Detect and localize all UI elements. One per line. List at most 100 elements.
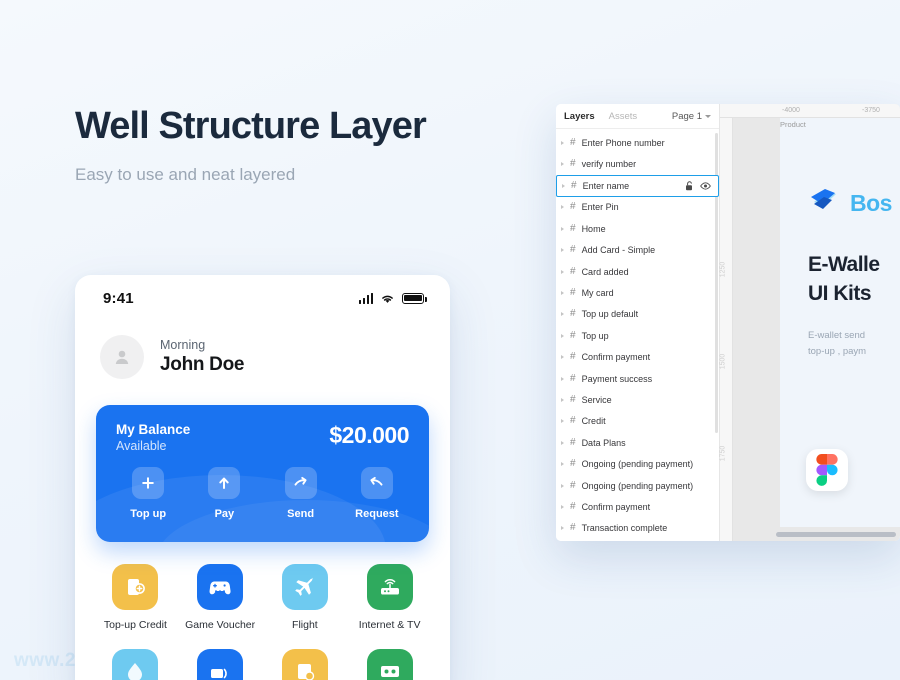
layer-row[interactable]: # Add Card - Simple [556,240,719,261]
balance-status: Available [116,439,167,453]
frame-icon: # [570,436,576,448]
action-pay[interactable]: Pay [193,467,255,520]
layer-name: Enter Pin [581,202,619,213]
frame-label[interactable]: Product [780,120,806,129]
layer-name: Enter Phone number [581,137,665,148]
disclosure-triangle-icon[interactable] [561,526,564,531]
service-internet-tv[interactable]: Internet & TV [347,564,432,631]
layer-name: Add Card - Simple [581,245,656,256]
layer-row[interactable]: # Enter Phone number [556,132,719,153]
disclosure-triangle-icon[interactable] [561,162,564,167]
frame-icon: # [570,287,576,299]
balance-label: My Balance [116,422,191,437]
artboard-heading-line1: E-Walle [808,253,880,276]
layer-row[interactable]: # Payment success [556,368,719,389]
action-label: Pay [214,508,235,520]
layer-row[interactable]: # Service [556,389,719,410]
figma-window: Layers Assets Page 1 # Enter Phone number… [556,104,900,541]
disclosure-triangle-icon[interactable] [562,183,565,188]
wifi-icon [382,295,393,303]
layer-name: Credit [581,416,606,427]
disclosure-triangle-icon[interactable] [561,376,564,381]
phone-mockup: 9:41 Morning John Doe My Balance Availab… [75,275,450,680]
layer-row[interactable]: # Ongoing (pending payment) [556,475,719,496]
disclosure-triangle-icon[interactable] [561,226,564,231]
page-selector[interactable]: Page 1 [672,111,711,122]
disclosure-triangle-icon[interactable] [561,397,564,402]
artboard[interactable]: Bos E-Walle UI Kits E-wallet send top-up… [780,118,900,527]
layers-list[interactable]: # Enter Phone number # verify number # Enter … [556,129,719,541]
balance-actions: Top up Pay Send Request [96,453,429,520]
layer-row[interactable]: # Ongoing (pending payment) [556,453,719,474]
service-game-voucher[interactable]: Game Voucher [178,564,263,631]
layer-name: Confirm payment [581,501,651,512]
disclosure-triangle-icon[interactable] [561,483,564,488]
layer-row[interactable]: # Credit [556,411,719,432]
disclosure-triangle-icon[interactable] [561,462,564,467]
disclosure-triangle-icon[interactable] [561,140,564,145]
disclosure-triangle-icon[interactable] [561,291,564,296]
layer-row[interactable]: # Top up [556,325,719,346]
disclosure-triangle-icon[interactable] [561,312,564,317]
greeting-block: Morning John Doe [75,321,450,379]
tab-layers[interactable]: Layers [564,111,595,122]
service-row2-water[interactable] [93,649,178,680]
layer-row[interactable]: # Confirm payment [556,347,719,368]
eye-icon[interactable] [700,182,711,190]
avatar[interactable] [100,335,144,379]
action-top-up[interactable]: Top up [117,467,179,520]
layer-row[interactable]: # Top up default [556,304,719,325]
disclosure-triangle-icon[interactable] [561,355,564,360]
disclosure-triangle-icon[interactable] [561,205,564,210]
disclosure-triangle-icon[interactable] [561,440,564,445]
layer-row[interactable]: # Enter Pin [556,197,719,218]
service-row2-tv[interactable] [347,649,432,680]
service-label: Flight [292,619,318,631]
page-subtitle: Easy to use and neat layered [75,164,296,184]
frame-icon: # [570,158,576,170]
service-row2-wifi-card[interactable] [178,649,263,680]
headline-block: Well Structure Layer Easy to use and nea… [75,105,427,185]
disclosure-triangle-icon[interactable] [561,419,564,424]
layer-row[interactable]: # verify number [556,153,719,174]
frame-icon: # [570,500,576,512]
layer-row[interactable]: # Data Plans [556,432,719,453]
layer-row[interactable]: # Home [556,218,719,239]
layer-row[interactable]: # Transaction complete [556,518,719,539]
status-bar: 9:41 [75,275,450,321]
frame-icon: # [570,244,576,256]
layer-row[interactable]: # Enter name [556,174,719,197]
action-send[interactable]: Send [270,467,332,520]
figma-canvas[interactable]: -4000 -3750 1250 1500 1750 Product Bos E-Wa… [719,104,900,541]
layer-name: Service [581,394,612,405]
layer-row[interactable]: # Card added [556,261,719,282]
layer-name: Top up [581,330,609,341]
service-top-up-credit[interactable]: Top-up Credit [93,564,178,631]
action-label: Top up [130,508,167,520]
disclosure-triangle-icon[interactable] [561,269,564,274]
layer-name: Ongoing (pending payment) [581,459,694,470]
arrow-up-icon [208,467,241,499]
figma-badge[interactable] [806,449,848,491]
balance-labels: My Balance Available [116,422,190,453]
airplane-icon [281,564,328,610]
action-request[interactable]: Request [346,467,408,520]
service-row2-invoice[interactable] [263,649,348,680]
disclosure-triangle-icon[interactable] [561,248,564,253]
tab-assets[interactable]: Assets [609,111,638,122]
service-flight[interactable]: Flight [263,564,348,631]
disclosure-triangle-icon[interactable] [561,333,564,338]
layer-row[interactable]: # Confirm payment [556,496,719,517]
layer-row[interactable]: # My card [556,282,719,303]
layer-name: Ongoing (pending payment) [581,480,694,491]
signal-bars-icon [358,292,373,304]
layer-name: Top up default [581,309,639,320]
canvas-horizontal-scrollbar[interactable] [776,532,896,537]
frame-icon: # [571,179,577,191]
disclosure-triangle-icon[interactable] [561,504,564,509]
plus-icon [132,467,165,499]
ruler-tick-y: 1250 [719,261,727,278]
wifi-card-icon [197,649,244,680]
frame-icon: # [570,265,576,277]
unlock-icon[interactable] [685,181,694,191]
